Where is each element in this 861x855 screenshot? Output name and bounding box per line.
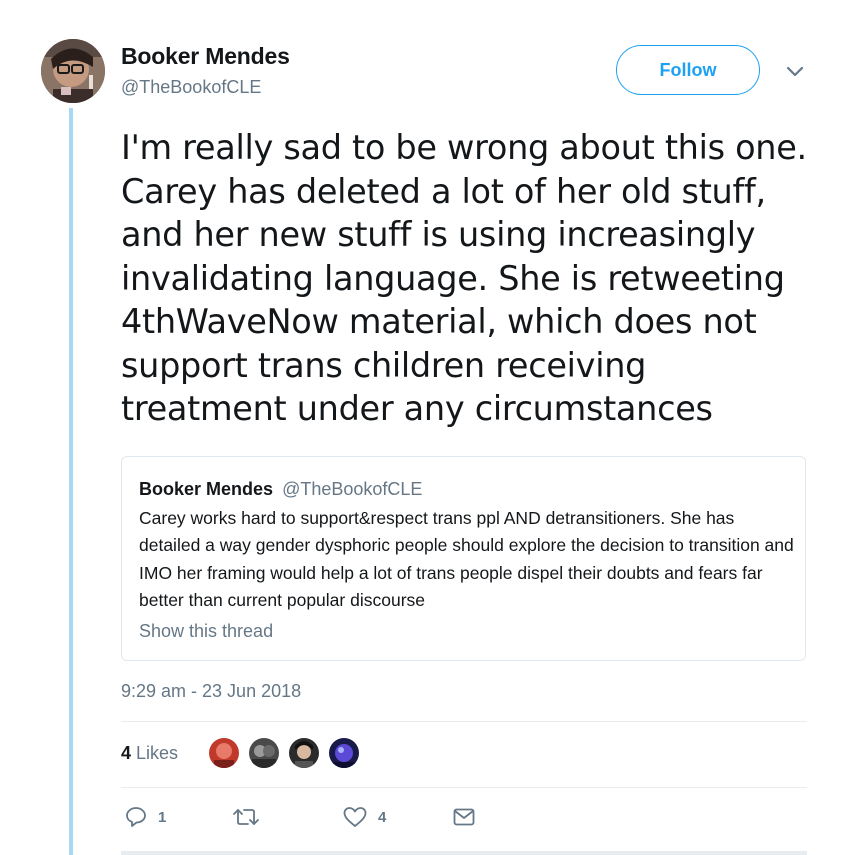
follow-button[interactable]: Follow <box>616 45 760 95</box>
like-count: 4 <box>378 808 387 826</box>
quoted-author-handle: @TheBookofCLE <box>282 479 423 499</box>
likes-label: Likes <box>136 743 179 763</box>
quoted-tweet-text: Carey works hard to support&respect tran… <box>139 508 794 610</box>
retweet-button[interactable] <box>232 805 260 829</box>
likes-count[interactable]: 4 Likes <box>121 743 178 764</box>
author-name[interactable]: Booker Mendes <box>121 43 290 70</box>
heart-icon <box>342 805 368 829</box>
liker-avatar[interactable] <box>247 736 281 770</box>
author-handle[interactable]: @TheBookofCLE <box>121 77 261 98</box>
bottom-divider <box>121 851 807 855</box>
retweet-icon <box>232 805 260 829</box>
reply-count: 1 <box>158 808 167 826</box>
quoted-tweet-header: Booker Mendes @TheBookofCLE <box>139 479 422 500</box>
divider <box>121 787 807 788</box>
chevron-down-icon[interactable] <box>784 62 806 82</box>
reply-icon <box>124 805 148 829</box>
reply-button[interactable]: 1 <box>124 805 166 829</box>
divider <box>121 721 807 722</box>
direct-message-button[interactable] <box>452 805 476 829</box>
liker-avatar[interactable] <box>327 736 361 770</box>
tweet-timestamp[interactable]: 9:29 am - 23 Jun 2018 <box>121 681 301 702</box>
liker-avatar[interactable] <box>207 736 241 770</box>
quoted-tweet[interactable]: Booker Mendes @TheBookofCLE Carey works … <box>121 456 806 661</box>
avatar[interactable] <box>41 39 105 103</box>
envelope-icon <box>452 805 476 829</box>
likes-number: 4 <box>121 743 132 763</box>
quoted-author-name: Booker Mendes <box>139 479 274 499</box>
thread-line <box>69 108 73 855</box>
tweet-text: I'm really sad to be wrong about this on… <box>121 128 807 428</box>
like-button[interactable]: 4 <box>342 805 386 829</box>
liker-avatar[interactable] <box>287 736 321 770</box>
show-thread-link[interactable]: Show this thread <box>139 621 273 642</box>
